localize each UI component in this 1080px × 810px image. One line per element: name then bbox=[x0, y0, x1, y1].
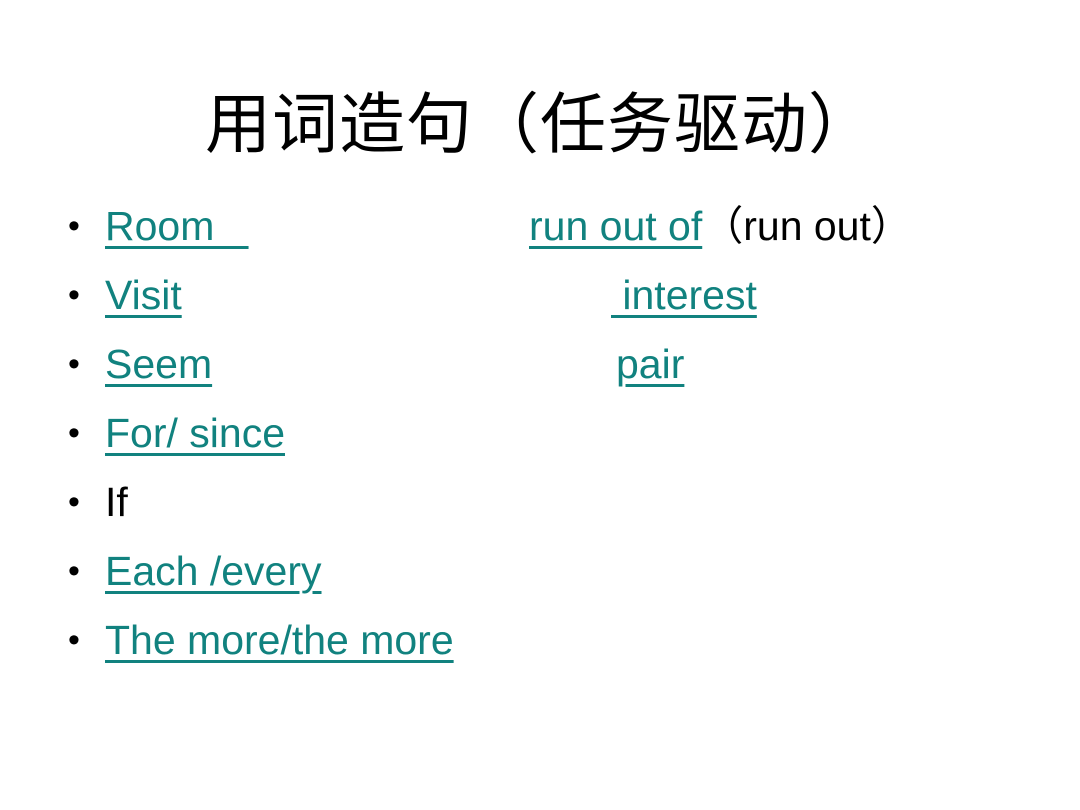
list-item-content: If bbox=[105, 472, 1052, 532]
page-title: 用词造句（任务驱动） bbox=[205, 89, 875, 163]
vocabulary-term[interactable]: The more/the more bbox=[105, 610, 454, 670]
bullet-point-icon: • bbox=[68, 621, 80, 659]
vocabulary-term[interactable]: Visit bbox=[105, 265, 182, 325]
list-item-content: Visit interest bbox=[105, 265, 1052, 325]
list-item-content: Seem pair bbox=[105, 334, 1052, 394]
vocabulary-term-secondary[interactable]: interest bbox=[611, 265, 756, 325]
vocabulary-term[interactable]: Room bbox=[105, 196, 249, 256]
list-item[interactable]: • If bbox=[62, 472, 1052, 541]
list-item-content: Room run out of（run out） bbox=[105, 196, 1052, 256]
vocabulary-term[interactable]: Seem bbox=[105, 334, 212, 394]
vocabulary-term-secondary-group: pair bbox=[616, 334, 684, 394]
presentation-slide: 用词造句（任务驱动） • Room run out of（run out） • Vis… bbox=[0, 0, 1080, 810]
list-item[interactable]: • Visit interest bbox=[62, 265, 1052, 334]
list-item[interactable]: • For/ since bbox=[62, 403, 1052, 472]
vocabulary-term-annotation: （run out） bbox=[702, 203, 912, 249]
vocabulary-term-secondary[interactable]: run out of bbox=[529, 196, 702, 256]
bullet-point-icon: • bbox=[68, 483, 80, 521]
vocabulary-term-secondary-group: interest bbox=[611, 265, 756, 325]
vocabulary-term[interactable]: For/ since bbox=[105, 403, 285, 463]
list-item-content: For/ since bbox=[105, 403, 1052, 463]
vocabulary-term[interactable]: If bbox=[105, 472, 128, 532]
list-item[interactable]: • Seem pair bbox=[62, 334, 1052, 403]
vocabulary-term-secondary[interactable]: pair bbox=[616, 334, 684, 394]
bullet-point-icon: • bbox=[68, 345, 80, 383]
list-item-content: The more/the more bbox=[105, 610, 1052, 670]
list-item[interactable]: • Room run out of（run out） bbox=[62, 196, 1052, 265]
list-item-content: Each /every bbox=[105, 541, 1052, 601]
bullet-point-icon: • bbox=[68, 414, 80, 452]
bullet-point-icon: • bbox=[68, 207, 80, 245]
bullet-point-icon: • bbox=[68, 552, 80, 590]
list-item[interactable]: • Each /every bbox=[62, 541, 1052, 610]
list-item[interactable]: • The more/the more bbox=[62, 610, 1052, 679]
bullet-list: • Room run out of（run out） • Visit interest… bbox=[62, 196, 1052, 679]
vocabulary-term[interactable]: Each /every bbox=[105, 541, 322, 601]
bullet-point-icon: • bbox=[68, 276, 80, 314]
vocabulary-term-secondary-group: run out of（run out） bbox=[529, 196, 912, 256]
